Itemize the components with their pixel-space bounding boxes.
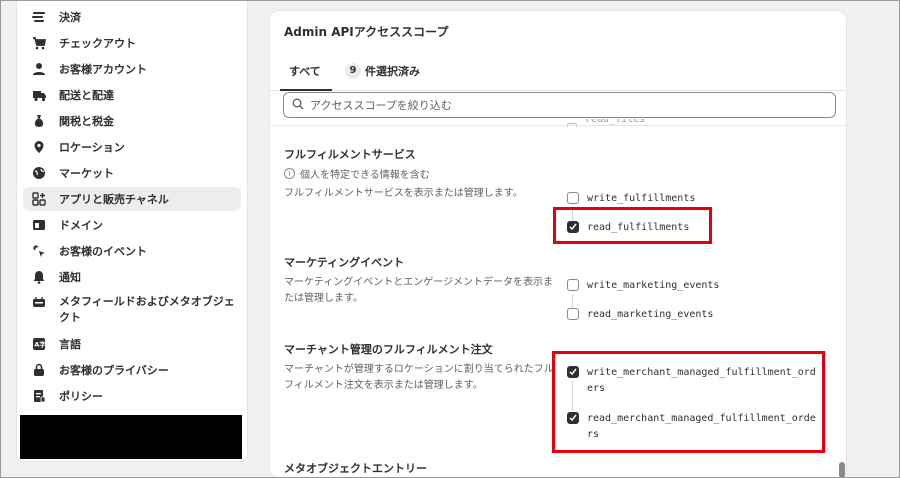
scrollbar[interactable] bbox=[839, 462, 845, 478]
sidebar-item-locations[interactable]: ロケーション bbox=[23, 135, 241, 159]
tab-all[interactable]: すべて bbox=[289, 59, 321, 83]
scope-row[interactable]: write_marketing_events bbox=[567, 278, 819, 294]
sidebar-item-domains[interactable]: ドメイン bbox=[23, 213, 241, 237]
sidebar-item-label: 関税と税金 bbox=[59, 115, 114, 128]
sidebar-item-label: ドメイン bbox=[59, 219, 103, 232]
info-icon: i bbox=[284, 168, 295, 179]
checkbox-checked[interactable] bbox=[567, 221, 579, 233]
scope-row[interactable]: write_fulfillments bbox=[567, 191, 819, 207]
scope-name: read_marketing_events bbox=[587, 309, 714, 320]
scope-name: write_marketing_events bbox=[587, 280, 720, 291]
metafield-icon bbox=[31, 294, 47, 310]
sidebar-item-languages[interactable]: A字 言語 bbox=[23, 332, 241, 356]
search-icon bbox=[292, 98, 304, 113]
scope-row[interactable]: write_merchant_managed_fulfillment_order… bbox=[567, 365, 819, 397]
scope-name: read_merchant_managed_fulfillment_orders bbox=[587, 413, 816, 440]
checkbox[interactable] bbox=[567, 279, 579, 291]
checkbox-checked[interactable] bbox=[567, 412, 579, 424]
sidebar-item-apps[interactable]: アプリと販売チャネル bbox=[23, 187, 241, 211]
section-description: マーチャントが管理するロケーションに割り当てられたフルフィルメント注文を表示また… bbox=[284, 364, 554, 391]
section-title: メタオブジェクトエントリー bbox=[284, 462, 427, 475]
sidebar-item-taxes[interactable]: 関税と税金 bbox=[23, 109, 241, 133]
sidebar-item-shipping[interactable]: 配送と配達 bbox=[23, 83, 241, 107]
scope-connector bbox=[572, 381, 573, 411]
sidebar-item-label: お客様のプライバシー bbox=[59, 364, 169, 377]
language-icon: A字 bbox=[31, 336, 47, 352]
scope-row[interactable]: read_fulfillments bbox=[567, 220, 819, 236]
section-title: マーケティングイベント bbox=[284, 256, 405, 269]
card-title: Admin APIアクセススコープ bbox=[284, 25, 449, 39]
checkbox[interactable] bbox=[567, 308, 579, 320]
apps-icon bbox=[31, 191, 47, 207]
cart-icon bbox=[31, 35, 47, 51]
sidebar-item-customer-events[interactable]: お客様のイベント bbox=[23, 239, 241, 263]
globe-icon bbox=[31, 165, 47, 181]
scope-connector bbox=[572, 207, 573, 221]
scope-row[interactable]: read_merchant_managed_fulfillment_orders bbox=[567, 411, 819, 443]
svg-text:A字: A字 bbox=[34, 340, 46, 349]
access-scopes-card: Admin APIアクセススコープ すべて 9 件選択済み read_files… bbox=[269, 10, 847, 478]
location-pin-icon bbox=[31, 139, 47, 155]
person-icon bbox=[31, 61, 47, 77]
sidebar-item-label: 通知 bbox=[59, 271, 81, 284]
scope-row[interactable]: read_marketing_events bbox=[567, 307, 819, 323]
section-title: マーチャント管理のフルフィルメント注文 bbox=[284, 343, 493, 356]
sidebar-item-label: お客様のイベント bbox=[59, 245, 147, 258]
sidebar-item-markets[interactable]: マーケット bbox=[23, 161, 241, 185]
check-icon bbox=[569, 414, 577, 422]
section-description: マーケティングイベントとエンゲージメントデータを表示または管理します。 bbox=[284, 277, 553, 304]
sidebar-item-label: ポリシー bbox=[59, 390, 103, 403]
scope-connector bbox=[572, 294, 573, 308]
sidebar-item-label: マーケット bbox=[59, 167, 114, 180]
sidebar-item-label: お客様アカウント bbox=[59, 63, 147, 76]
sidebar-item-policies[interactable]: ポリシー bbox=[23, 384, 241, 408]
sidebar-item-label: ロケーション bbox=[59, 141, 125, 154]
section-description: フルフィルメントサービスを表示または管理します。 bbox=[284, 188, 523, 199]
sidebar-item-metafields[interactable]: メタフィールドおよびメタオブジェクト bbox=[23, 290, 241, 326]
sidebar-item-label: 言語 bbox=[59, 338, 81, 351]
active-tab-indicator bbox=[280, 89, 332, 91]
money-bag-icon bbox=[31, 113, 47, 129]
scope-tabs: すべて 9 件選択済み bbox=[270, 51, 846, 91]
sidebar-item-label: 配送と配達 bbox=[59, 89, 114, 102]
sidebar-item-checkout[interactable]: チェックアウト bbox=[23, 31, 241, 55]
scope-search[interactable] bbox=[283, 92, 836, 118]
sidebar-item-label: 決済 bbox=[59, 11, 81, 24]
tab-selected-label: 件選択済み bbox=[365, 65, 420, 78]
scope-name: read_fulfillments bbox=[587, 222, 690, 233]
check-icon bbox=[569, 223, 577, 231]
tab-selected[interactable]: 9 件選択済み bbox=[345, 59, 420, 83]
settings-sidebar: 決済 チェックアウト お客様アカウント 配送と配達 関税と税金 ロケーション マ… bbox=[16, 0, 248, 462]
tab-all-label: すべて bbox=[289, 65, 321, 78]
divider bbox=[270, 125, 846, 126]
sidebar-item-payments[interactable]: 決済 bbox=[23, 5, 241, 29]
redacted-area bbox=[20, 415, 242, 459]
sidebar-item-label: アプリと販売チャネル bbox=[59, 193, 169, 206]
check-icon bbox=[569, 368, 577, 376]
lock-icon bbox=[31, 362, 47, 378]
pii-note: i 個人を特定できる情報を含む bbox=[284, 166, 430, 181]
sparkle-cursor-icon bbox=[31, 243, 47, 259]
sidebar-item-customer-privacy[interactable]: お客様のプライバシー bbox=[23, 358, 241, 382]
policy-icon bbox=[31, 388, 47, 404]
payments-icon bbox=[31, 9, 47, 25]
scope-name: write_merchant_managed_fulfillment_order… bbox=[587, 367, 816, 394]
section-title: フルフィルメントサービス bbox=[284, 148, 416, 161]
scope-name: write_fulfillments bbox=[587, 193, 696, 204]
sidebar-item-customer-accounts[interactable]: お客様アカウント bbox=[23, 57, 241, 81]
sidebar-item-label: チェックアウト bbox=[59, 37, 136, 50]
checkbox-checked[interactable] bbox=[567, 366, 579, 378]
sidebar-item-notifications[interactable]: 通知 bbox=[23, 265, 241, 289]
checkbox[interactable] bbox=[567, 192, 579, 204]
sidebar-item-label: メタフィールドおよびメタオブジェクト bbox=[59, 295, 235, 324]
selected-count-badge: 9 bbox=[345, 63, 361, 79]
domain-icon bbox=[31, 217, 47, 233]
pii-note-text: 個人を特定できる情報を含む bbox=[300, 170, 430, 181]
truck-icon bbox=[31, 87, 47, 103]
search-input[interactable] bbox=[310, 98, 790, 112]
bell-icon bbox=[31, 269, 47, 285]
